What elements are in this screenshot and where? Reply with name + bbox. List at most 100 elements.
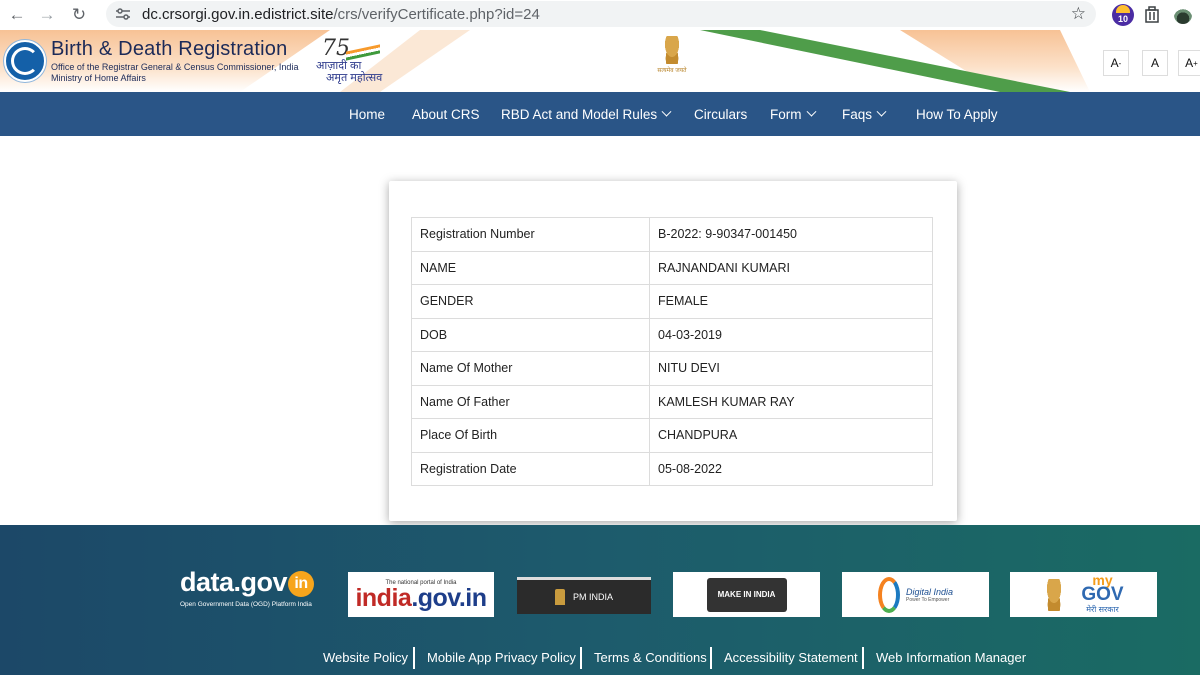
row-value: FEMALE (649, 284, 933, 319)
row-label: DOB (411, 317, 650, 352)
font-decrease-sup: - (1118, 58, 1122, 68)
footer-link-terms[interactable]: Terms & Conditions (594, 647, 707, 669)
nav-how-to-apply[interactable]: How To Apply (916, 92, 998, 136)
emblem-motto: सत्यमेव जयते (657, 68, 687, 74)
footer-link-accessibility[interactable]: Accessibility Statement (724, 647, 858, 669)
row-label: GENDER (411, 284, 650, 319)
footer-divider (862, 647, 864, 669)
font-increase-sup: + (1193, 58, 1198, 68)
mygov-hindi: मेरी सरकार (1086, 605, 1119, 614)
chevron-down-icon (876, 106, 887, 117)
url-path: /crs/verifyCertificate.php?id=24 (333, 5, 540, 23)
footer-link-website-policy[interactable]: Website Policy (323, 647, 408, 669)
table-row: Registration Date 05-08-2022 (411, 451, 933, 486)
table-row: Place Of Birth CHANDPURA (411, 418, 933, 453)
row-value: NITU DEVI (649, 351, 933, 386)
back-arrow-icon[interactable]: ← (4, 2, 30, 28)
pm-india-label: PM INDIA (572, 592, 613, 602)
make-in-india-label: MAKE IN INDIA (717, 590, 776, 599)
footer-links: Website Policy Mobile App Privacy Policy… (0, 647, 1200, 669)
chevron-down-icon (661, 106, 672, 117)
row-label: Name Of Father (411, 384, 650, 419)
footer-divider (413, 647, 415, 669)
footer-link-web-info-manager[interactable]: Web Information Manager (876, 647, 1026, 669)
digital-india-label: Digital India (905, 586, 954, 597)
make-in-india-logo[interactable]: MAKE IN INDIA (673, 572, 820, 617)
make-in-india-lion-icon: MAKE IN INDIA (706, 577, 787, 612)
table-row: Name Of Mother NITU DEVI (411, 351, 933, 386)
site-header: Birth & Death Registration Office of the… (0, 30, 1200, 92)
extensions-icon[interactable] (1143, 6, 1161, 24)
nav-form[interactable]: Form (770, 92, 816, 136)
address-bar[interactable]: dc.crsorgi.gov.in.edistrict.site/crs/ver… (106, 1, 1096, 27)
row-value: RAJNANDANI KUMARI (649, 250, 933, 285)
table-row: Registration Number B-2022: 9-90347-00145… (411, 217, 933, 252)
nav-faqs-label: Faqs (842, 106, 873, 122)
forward-arrow-icon[interactable]: → (34, 2, 60, 28)
nav-about-crs[interactable]: About CRS (412, 92, 480, 136)
font-increase-label: A (1185, 56, 1194, 70)
site-subtitle-office: Office of the Registrar General & Census… (51, 62, 299, 72)
india-text: india (355, 583, 412, 612)
row-label: Place Of Birth (411, 418, 650, 453)
india-gov-in-logo[interactable]: The national portal of India india.gov.i… (348, 572, 494, 617)
datagov-subtitle: Open Government Data (OGD) Platform Indi… (180, 601, 312, 608)
emblem-icon (661, 36, 683, 64)
font-decrease-button[interactable]: A- (1103, 50, 1129, 76)
gov-in-text: .gov.in (411, 583, 487, 612)
table-row: NAME RAJNANDANI KUMARI (411, 250, 933, 285)
nav-home-label: Home (349, 106, 386, 122)
footer-link-mobile-app-privacy[interactable]: Mobile App Privacy Policy (427, 647, 576, 669)
certificate-table: Registration Number B-2022: 9-90347-00145… (411, 217, 933, 486)
browser-toolbar: ← → ↻ dc.crsorgi.gov.in.edistrict.site/c… (0, 0, 1200, 30)
footer-divider (710, 647, 712, 669)
table-row: DOB 04-03-2019 (411, 317, 933, 352)
row-value: CHANDPURA (649, 418, 933, 453)
font-reset-label: A (1150, 56, 1159, 70)
font-increase-button[interactable]: A + (1178, 50, 1200, 76)
main-navigation: Home About CRS RBD Act and Model Rules C… (0, 92, 1200, 136)
reload-icon[interactable]: ↻ (66, 2, 92, 28)
footer-divider (580, 647, 582, 669)
mygov-gov: GOV (1081, 584, 1124, 605)
row-value: 05-08-2022 (649, 451, 933, 486)
font-decrease-label: A (1110, 56, 1119, 70)
table-row: GENDER FEMALE (411, 284, 933, 319)
row-value: B-2022: 9-90347-001450 (649, 217, 933, 252)
nav-circulars[interactable]: Circulars (694, 92, 747, 136)
digital-india-tagline: Power To Empower (905, 596, 950, 603)
extension-icon[interactable]: 10 (1112, 4, 1134, 26)
nav-rbd-act[interactable]: RBD Act and Model Rules (501, 92, 672, 136)
azadi-text-line2: अमृत महोत्सव (326, 72, 383, 84)
nav-about-crs-label: About CRS (412, 106, 480, 122)
pm-india-logo[interactable]: PM INDIA (517, 577, 651, 614)
crs-logo[interactable] (4, 40, 46, 82)
nav-faqs[interactable]: Faqs (842, 92, 887, 136)
site-footer: data.gov in Open Government Data (OGD) Pl… (0, 525, 1200, 675)
azadi-ka-amrit-mahotsav-logo: 75 आज़ादी का अमृत महोत्सव (316, 36, 386, 86)
digital-india-logo[interactable]: Digital India Power To Empower (842, 572, 989, 617)
row-label: Registration Number (411, 217, 650, 252)
nav-how-to-apply-label: How To Apply (916, 106, 998, 122)
row-label: Registration Date (411, 451, 650, 486)
bookmark-star-icon[interactable]: ☆ (1071, 4, 1086, 24)
main-content: Registration Number B-2022: 9-90347-00145… (0, 136, 1200, 525)
emblem-icon (554, 589, 565, 605)
nav-form-label: Form (770, 106, 802, 122)
font-reset-button[interactable]: A (1142, 50, 1168, 76)
chevron-down-icon (806, 106, 816, 117)
nav-home[interactable]: Home (349, 92, 385, 136)
mygov-logo[interactable]: my GOV मेरी सरकार (1010, 572, 1157, 617)
profile-icon[interactable] (1174, 6, 1192, 24)
site-settings-icon[interactable] (114, 5, 132, 23)
digital-india-icon (877, 576, 900, 613)
nav-rbd-act-label: RBD Act and Model Rules (501, 106, 658, 122)
national-emblem: सत्यमेव जयते (652, 36, 692, 86)
row-value: KAMLESH KUMAR RAY (649, 384, 933, 419)
extension-badge-count: 10 (1117, 14, 1128, 24)
emblem-icon (1043, 578, 1066, 611)
row-value: 04-03-2019 (649, 317, 933, 352)
table-row: Name Of Father KAMLESH KUMAR RAY (411, 384, 933, 419)
site-title: Birth & Death Registration (51, 38, 288, 60)
datagov-logo[interactable]: data.gov in Open Government Data (OGD) Pl… (180, 567, 330, 617)
